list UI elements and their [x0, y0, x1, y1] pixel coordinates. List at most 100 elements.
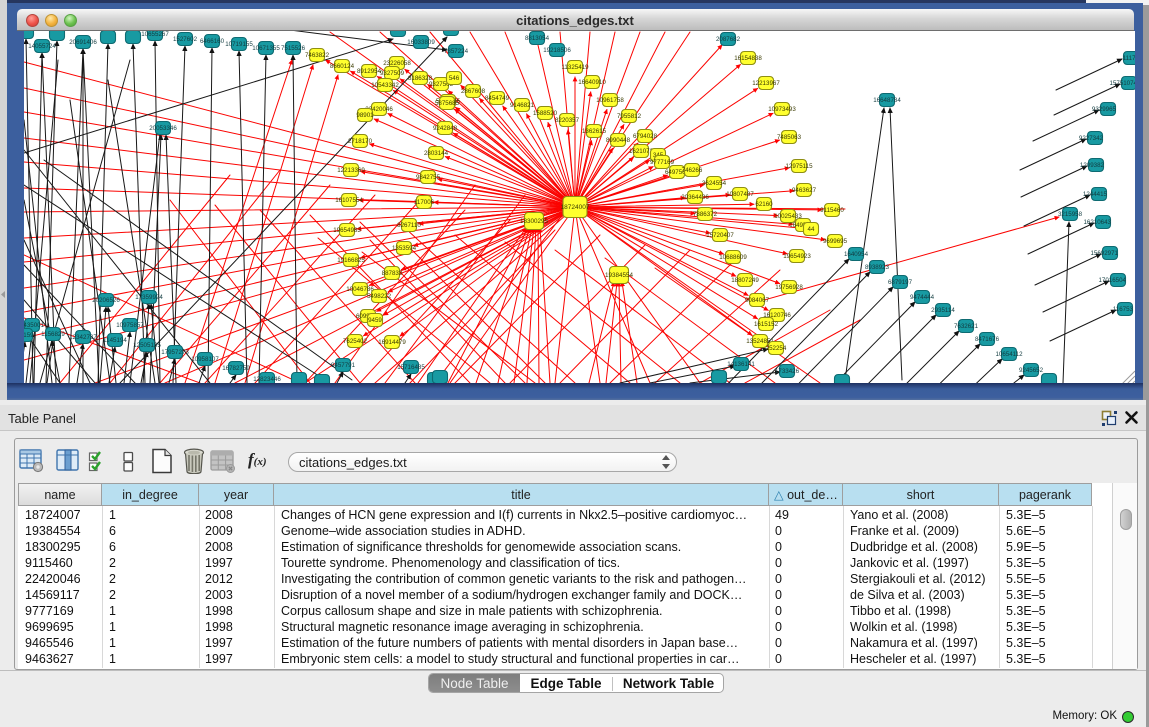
svg-text:10543342: 10543342	[371, 82, 399, 89]
svg-text:12975115: 12975115	[785, 163, 813, 170]
svg-text:1588520: 1588520	[533, 110, 558, 117]
svg-text:8990448: 8990448	[606, 137, 631, 144]
svg-text:1362615: 1362615	[582, 128, 607, 135]
svg-text:2867608: 2867608	[461, 88, 486, 95]
svg-text:39159: 39159	[24, 332, 34, 339]
svg-text:8938923: 8938923	[865, 264, 890, 271]
svg-text:19218506: 19218506	[543, 47, 571, 54]
svg-text:11325419: 11325419	[561, 64, 589, 71]
svg-text:44: 44	[808, 226, 815, 233]
svg-text:2935114: 2935114	[931, 307, 955, 314]
svg-text:16648784: 16648784	[873, 97, 901, 104]
svg-text:7886372: 7886372	[693, 211, 718, 218]
svg-text:10671355: 10671355	[252, 45, 280, 52]
svg-text:15751074: 15751074	[1109, 80, 1135, 87]
svg-text:8454749: 8454749	[485, 95, 510, 102]
svg-text:16154838: 16154838	[734, 55, 762, 62]
svg-text:12342737: 12342737	[69, 334, 97, 341]
svg-text:9227342: 9227342	[1079, 135, 1104, 142]
svg-text:887833: 887833	[382, 270, 403, 277]
svg-text:20206526: 20206526	[92, 297, 120, 304]
svg-text:1353594: 1353594	[392, 245, 417, 252]
svg-text:7857224: 7857224	[444, 48, 469, 55]
svg-text:16033809: 16033809	[407, 39, 435, 46]
svg-text:19166825: 19166825	[337, 257, 365, 264]
svg-text:746266: 746266	[682, 167, 703, 174]
svg-text:9329965: 9329965	[1092, 106, 1117, 113]
svg-text:12213967: 12213967	[752, 80, 780, 87]
svg-text:15720407: 15720407	[706, 232, 734, 239]
svg-text:10958107: 10958107	[191, 356, 219, 363]
svg-text:16782759: 16782759	[222, 365, 250, 372]
svg-text:10655267: 10655267	[141, 31, 169, 38]
svg-text:9146821: 9146821	[510, 102, 535, 109]
svg-text:9327509: 9327509	[380, 70, 405, 77]
svg-text:7515526: 7515526	[281, 45, 306, 52]
svg-text:18300295: 18300295	[520, 218, 549, 225]
svg-text:10046786: 10046786	[346, 286, 374, 293]
svg-text:8912954: 8912954	[357, 68, 382, 75]
svg-text:7955812: 7955812	[617, 113, 642, 120]
svg-text:1621072: 1621072	[629, 148, 654, 155]
svg-text:9245652: 9245652	[1019, 367, 1044, 374]
svg-text:7485063: 7485063	[777, 134, 802, 141]
svg-text:8471676: 8471676	[975, 336, 1000, 343]
svg-text:19654983: 19654983	[333, 227, 361, 234]
svg-text:8267110: 8267110	[397, 222, 421, 229]
svg-text:9115460: 9115460	[820, 207, 844, 214]
svg-text:8813054: 8813054	[525, 35, 550, 42]
svg-text:1615152: 1615152	[754, 321, 779, 328]
svg-text:117006: 117006	[414, 199, 435, 206]
svg-text:3215958: 3215958	[1058, 211, 1083, 218]
svg-text:19654923: 19654923	[783, 253, 811, 260]
svg-text:8220357: 8220357	[555, 117, 580, 124]
svg-text:2803144: 2803144	[424, 150, 449, 157]
svg-text:15692971: 15692971	[1090, 250, 1118, 257]
svg-text:6794028: 6794028	[633, 133, 658, 140]
svg-text:1209382: 1209382	[1080, 162, 1105, 169]
svg-text:12505135: 12505135	[133, 342, 161, 349]
svg-text:9084067: 9084067	[745, 297, 770, 304]
svg-text:7625402: 7625402	[343, 338, 368, 345]
svg-text:7463822: 7463822	[305, 52, 330, 59]
svg-text:9463627: 9463627	[792, 187, 817, 194]
svg-text:98901: 98901	[356, 112, 374, 119]
svg-text:18724007: 18724007	[561, 204, 590, 211]
svg-text:5498222: 5498222	[367, 293, 392, 300]
svg-text:15716485: 15716485	[397, 364, 425, 371]
svg-text:1156829: 1156829	[41, 331, 65, 338]
svg-text:6466160: 6466160	[200, 38, 225, 45]
svg-text:9457791: 9457791	[331, 362, 356, 369]
svg-text:17359924: 17359924	[135, 294, 163, 301]
svg-text:62160: 62160	[755, 201, 773, 208]
svg-text:116753: 116753	[1113, 306, 1134, 313]
svg-text:20364436: 20364436	[681, 194, 709, 201]
svg-text:9242848: 9242848	[433, 125, 458, 132]
svg-text:1145194: 1145194	[103, 337, 127, 344]
svg-text:10688609: 10688609	[719, 254, 747, 261]
svg-text:14136141: 14136141	[727, 361, 755, 368]
svg-text:17957273: 17957273	[161, 349, 189, 356]
svg-text:6879197: 6879197	[888, 279, 913, 286]
svg-text:9699695: 9699695	[823, 238, 848, 245]
svg-text:1527602: 1527602	[173, 36, 198, 43]
svg-text:1244415: 1244415	[1083, 191, 1108, 198]
svg-text:9842755: 9842755	[416, 174, 441, 181]
svg-text:12823446: 12823446	[253, 376, 281, 383]
svg-text:18807249: 18807249	[731, 277, 759, 284]
svg-text:10961758: 10961758	[596, 97, 624, 104]
svg-text:8660124: 8660124	[330, 63, 355, 70]
svg-text:16107554: 16107554	[335, 197, 363, 204]
svg-text:19384554: 19384554	[605, 272, 634, 279]
svg-text:1640954: 1640954	[844, 251, 869, 258]
svg-text:10975857: 10975857	[116, 322, 144, 329]
svg-text:2087682: 2087682	[716, 36, 741, 43]
svg-text:10719155: 10719155	[225, 41, 253, 48]
svg-text:16210643: 16210643	[1083, 219, 1111, 226]
svg-text:11175: 11175	[1123, 55, 1135, 62]
svg-text:9459: 9459	[368, 317, 382, 324]
svg-text:5875685: 5875685	[435, 100, 460, 107]
svg-text:7632621: 7632621	[954, 323, 979, 330]
svg-text:19756928: 19756928	[775, 284, 803, 291]
svg-text:9777169: 9777169	[650, 159, 675, 166]
